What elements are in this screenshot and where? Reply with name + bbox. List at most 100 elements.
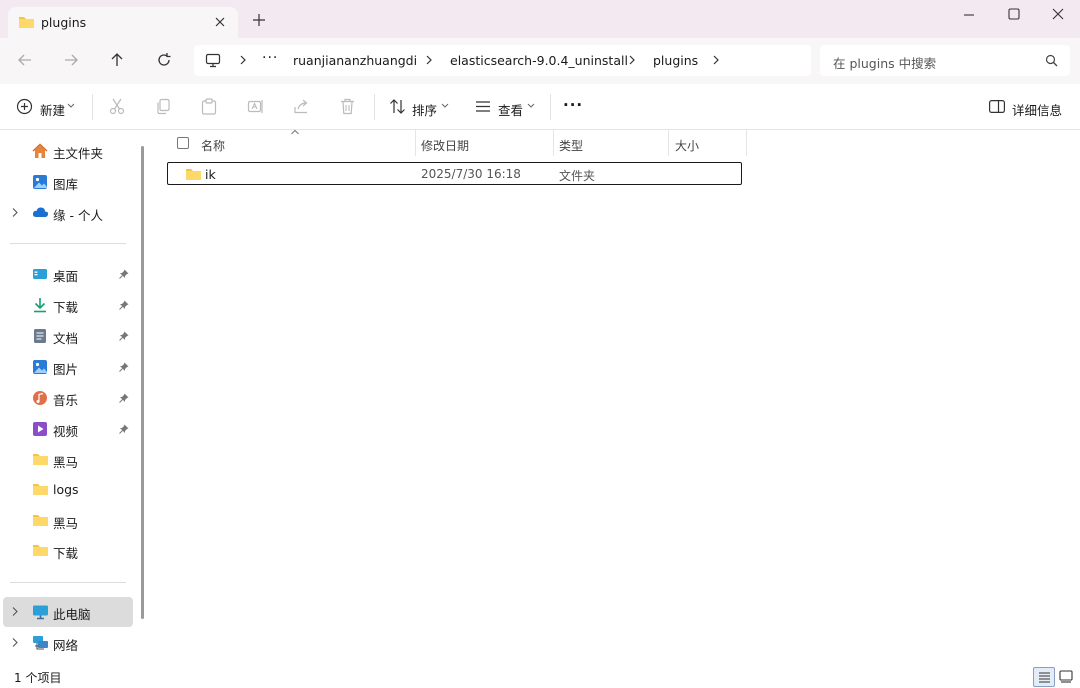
sidebar-item-folder[interactable]: 黑马	[0, 445, 133, 475]
file-name[interactable]: ik	[205, 167, 216, 182]
tiles-view-icon[interactable]	[1059, 670, 1073, 683]
pin-icon[interactable]	[119, 331, 129, 341]
pin-icon[interactable]	[119, 362, 129, 372]
sidebar-item-network[interactable]: 网络	[0, 628, 133, 658]
sidebar-item-onedrive[interactable]: 缘 - 个人	[0, 198, 133, 228]
cut-icon[interactable]	[109, 98, 125, 115]
copy-icon[interactable]	[155, 98, 171, 115]
column-header-size[interactable]: 大小	[669, 130, 746, 156]
column-header-modified[interactable]: 修改日期	[416, 130, 553, 156]
pin-icon[interactable]	[119, 424, 129, 434]
folder-icon	[32, 513, 49, 527]
sidebar-item-documents[interactable]: 文档	[0, 321, 133, 351]
navigation-bar: ··· ruanjiananzhuangdi elasticsearch-9.0…	[0, 38, 1080, 84]
sidebar-item-desktop[interactable]: 桌面	[0, 259, 133, 289]
sidebar-item-folder[interactable]: 下载	[0, 536, 133, 566]
sidebar-item-folder[interactable]: logs	[0, 475, 133, 505]
sidebar-item-gallery[interactable]: 图库	[0, 167, 133, 197]
chevron-right-icon[interactable]	[11, 207, 19, 218]
sidebar-item-folder[interactable]: 黑马	[0, 506, 133, 536]
more-options-button[interactable]: ···	[563, 96, 583, 114]
onedrive-icon	[32, 205, 49, 219]
file-list: 名称 修改日期 类型 大小 ik 2025/7/30 16:18 文件夹	[149, 129, 1080, 665]
toolbar-divider	[92, 94, 93, 120]
tab-title: plugins	[41, 15, 87, 30]
breadcrumb-item[interactable]: ruanjiananzhuangdi	[293, 53, 417, 68]
sidebar-item-videos[interactable]: 视频	[0, 414, 133, 444]
tab-plugins[interactable]: plugins	[8, 7, 238, 38]
network-icon	[32, 635, 49, 651]
sidebar-item-pictures[interactable]: 图片	[0, 352, 133, 382]
home-icon	[32, 143, 48, 159]
column-header-name[interactable]: 名称	[195, 130, 415, 156]
sidebar-divider	[10, 243, 126, 244]
refresh-icon[interactable]	[156, 52, 172, 68]
rename-icon[interactable]	[247, 98, 264, 115]
folder-icon	[32, 482, 49, 496]
sidebar-item-downloads[interactable]: 下载	[0, 290, 133, 320]
close-window-icon[interactable]	[1046, 7, 1070, 23]
pin-icon[interactable]	[119, 393, 129, 403]
pin-icon[interactable]	[119, 269, 129, 279]
details-pane-icon[interactable]	[989, 100, 1005, 113]
pictures-icon	[32, 359, 48, 375]
pin-icon[interactable]	[119, 300, 129, 310]
select-all-checkbox[interactable]	[177, 137, 189, 149]
folder-icon	[32, 452, 49, 466]
folder-icon	[18, 15, 35, 29]
delete-icon[interactable]	[340, 98, 355, 115]
paste-icon[interactable]	[201, 98, 217, 115]
sort-button[interactable]: 排序	[412, 100, 437, 119]
view-lines-icon[interactable]	[475, 100, 491, 113]
folder-icon	[185, 167, 202, 181]
new-button[interactable]: 新建	[40, 100, 65, 119]
close-tab-icon[interactable]	[214, 16, 226, 28]
details-button[interactable]: 详细信息	[1012, 100, 1062, 119]
chevron-right-icon[interactable]	[424, 53, 434, 67]
chevron-down-icon[interactable]	[441, 103, 449, 109]
sort-icon[interactable]	[389, 98, 406, 115]
command-bar: 新建 排序 查看 ··· 详细信息	[0, 84, 1080, 130]
chevron-down-icon[interactable]	[527, 103, 535, 109]
search-icon[interactable]	[1045, 54, 1058, 67]
breadcrumb-item-current[interactable]: plugins	[653, 53, 698, 68]
new-plus-icon[interactable]	[16, 98, 33, 115]
sidebar-item-music[interactable]: 音乐	[0, 383, 133, 413]
up-arrow-icon[interactable]	[109, 52, 125, 68]
new-tab-button[interactable]	[252, 13, 266, 27]
sidebar-item-this-pc[interactable]: 此电脑	[3, 597, 133, 627]
minimize-icon[interactable]	[957, 7, 981, 23]
chevron-right-icon[interactable]	[11, 637, 19, 648]
column-divider[interactable]	[746, 130, 747, 156]
chevron-right-icon[interactable]	[11, 606, 19, 617]
details-view-icon[interactable]	[1033, 667, 1055, 687]
forward-arrow-icon[interactable]	[63, 52, 79, 68]
file-type: 文件夹	[559, 169, 596, 183]
chevron-down-icon[interactable]	[67, 103, 75, 109]
address-bar[interactable]: ··· ruanjiananzhuangdi elasticsearch-9.0…	[194, 45, 811, 76]
sidebar-scrollbar[interactable]	[141, 146, 144, 619]
maximize-icon[interactable]	[1001, 7, 1025, 23]
chevron-right-icon[interactable]	[627, 53, 637, 67]
sidebar-item-home[interactable]: 主文件夹	[0, 136, 133, 166]
file-modified: 2025/7/30 16:18	[421, 167, 521, 181]
breadcrumb-overflow[interactable]: ···	[262, 50, 278, 66]
item-count: 1 个项目	[14, 671, 62, 685]
view-button[interactable]: 查看	[498, 100, 523, 119]
title-bar: plugins	[0, 0, 1080, 38]
back-arrow-icon[interactable]	[17, 52, 33, 68]
breadcrumb-item[interactable]: elasticsearch-9.0.4_uninstall	[450, 53, 628, 68]
this-pc-icon[interactable]	[205, 53, 221, 68]
search-input[interactable]: 在 plugins 中搜索	[820, 45, 1070, 76]
share-icon[interactable]	[293, 98, 310, 115]
file-row[interactable]: ik 2025/7/30 16:18 文件夹	[167, 162, 742, 185]
gallery-icon	[32, 174, 48, 190]
chevron-right-icon[interactable]	[711, 53, 721, 67]
folder-icon	[32, 543, 49, 557]
video-icon	[32, 421, 48, 437]
desktop-icon	[32, 266, 48, 282]
column-header-type[interactable]: 类型	[554, 130, 668, 156]
chevron-right-icon[interactable]	[238, 53, 248, 67]
status-bar: 1 个项目	[0, 665, 1080, 688]
navigation-pane: 主文件夹 图库 缘 - 个人 桌面 下载 文档 图片 音乐 视频 黑马 logs…	[0, 130, 149, 665]
